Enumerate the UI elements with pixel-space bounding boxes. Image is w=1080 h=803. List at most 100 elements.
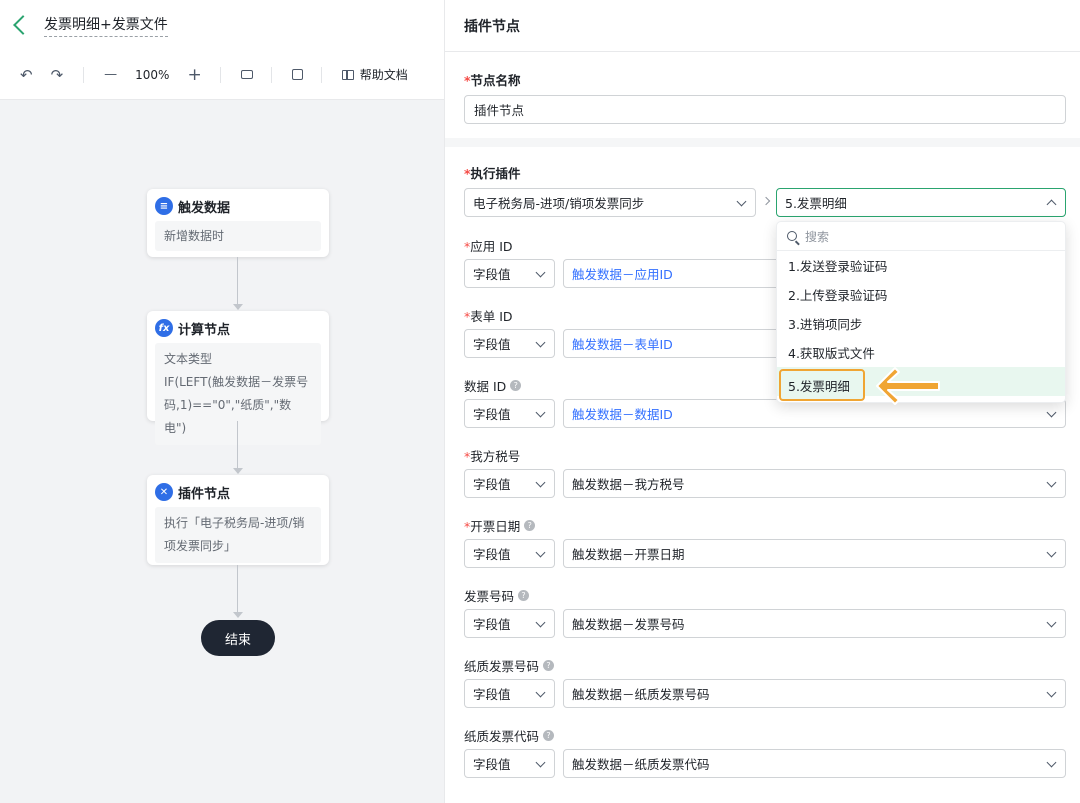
field-value-select[interactable]: 触发数据－纸质发票号码 bbox=[563, 679, 1066, 708]
dropdown-search[interactable]: 搜索 bbox=[777, 222, 1065, 251]
redo-icon[interactable]: ↷ bbox=[51, 66, 64, 84]
field-value: 触发数据－纸质发票代码 bbox=[572, 757, 710, 772]
value-type-select[interactable]: 字段值 bbox=[464, 539, 555, 568]
zoom-in-button[interactable]: + bbox=[187, 65, 201, 85]
node-name-label: *节点名称 bbox=[464, 70, 521, 89]
node-name-input[interactable]: 插件节点 bbox=[464, 95, 1066, 124]
help-icon[interactable]: ? bbox=[524, 520, 536, 531]
field-value-select[interactable]: 触发数据－我方税号 bbox=[563, 469, 1066, 498]
plugin-icon: ✕ bbox=[155, 483, 173, 501]
book-icon bbox=[341, 69, 354, 80]
divider bbox=[320, 66, 322, 83]
help-docs-button[interactable]: 帮助文档 bbox=[341, 66, 408, 83]
value-type-select[interactable]: 字段值 bbox=[464, 749, 555, 778]
chevron-down-icon bbox=[535, 687, 546, 698]
field-label-text: 我方税号 bbox=[470, 449, 521, 464]
help-docs-label: 帮助文档 bbox=[359, 68, 408, 82]
field-label: *表单 ID bbox=[464, 306, 513, 325]
back-icon[interactable] bbox=[13, 15, 33, 35]
zoom-out-button[interactable]: — bbox=[104, 67, 117, 82]
app-title[interactable]: 发票明细+发票文件 bbox=[44, 14, 168, 37]
field-value-select[interactable]: 触发数据－开票日期 bbox=[563, 539, 1066, 568]
help-icon[interactable]: ? bbox=[518, 590, 530, 601]
action-select[interactable]: 5.发票明细 bbox=[776, 188, 1066, 217]
highlighted-option[interactable]: 5.发票明细 bbox=[779, 369, 865, 401]
node-name-label-text: 节点名称 bbox=[470, 73, 521, 88]
document-icon: ≡ bbox=[155, 197, 173, 215]
comment-icon[interactable] bbox=[291, 69, 303, 80]
value-type-select[interactable]: 字段值 bbox=[464, 679, 555, 708]
connector-arrow bbox=[233, 468, 243, 474]
field-value-select[interactable]: 触发数据－纸质发票代码 bbox=[563, 749, 1066, 778]
chevron-down-icon bbox=[535, 267, 546, 278]
help-icon[interactable]: ? bbox=[510, 380, 522, 391]
value-type-select[interactable]: 字段值 bbox=[464, 329, 555, 358]
node-description: 执行「电子税务局-进项/销 项发票同步」 bbox=[155, 507, 321, 563]
plugin-select[interactable]: 电子税务局-进项/销项发票同步 bbox=[464, 188, 756, 217]
connector-arrow bbox=[233, 304, 243, 310]
field-value: 触发数据－发票号码 bbox=[572, 617, 685, 632]
help-icon[interactable]: ? bbox=[543, 730, 555, 741]
chevron-right-icon bbox=[761, 196, 771, 206]
chevron-down-icon bbox=[1046, 407, 1057, 418]
field-value: 触发数据－应用ID bbox=[572, 267, 673, 282]
chevron-down-icon bbox=[535, 477, 546, 488]
end-node[interactable]: 结束 bbox=[201, 620, 275, 656]
field-label: 纸质发票代码? bbox=[464, 726, 555, 745]
action-select-value: 5.发票明细 bbox=[785, 196, 847, 211]
value-type-value: 字段值 bbox=[473, 687, 511, 702]
search-placeholder: 搜索 bbox=[805, 229, 830, 244]
keyboard-icon[interactable] bbox=[240, 70, 253, 79]
chevron-down-icon bbox=[1046, 477, 1057, 488]
chevron-down-icon bbox=[1046, 687, 1057, 698]
chevron-down-icon bbox=[535, 757, 546, 768]
node-title: 触发数据 bbox=[178, 200, 231, 216]
plugin-node[interactable]: ✕ 插件节点 执行「电子税务局-进项/销 项发票同步」 bbox=[147, 475, 329, 565]
dropdown-option[interactable]: 1.发送登录验证码 bbox=[777, 251, 1065, 280]
connector bbox=[237, 257, 238, 305]
chevron-down-icon bbox=[1046, 757, 1057, 768]
node-title: 插件节点 bbox=[178, 486, 231, 502]
field-label: *开票日期? bbox=[464, 516, 536, 535]
field-label: 数据 ID? bbox=[464, 376, 522, 395]
undo-icon[interactable]: ↶ bbox=[20, 66, 33, 84]
node-description-line: 文本类型 bbox=[164, 352, 213, 366]
field-label-text: 纸质发票号码 bbox=[464, 659, 540, 674]
field-label: *我方税号 bbox=[464, 446, 520, 465]
field-label: 发票号码? bbox=[464, 586, 530, 605]
dropdown-option[interactable]: 2.上传登录验证码 bbox=[777, 280, 1065, 309]
flow-canvas[interactable]: 发票明细+发票文件 ↶ ↷ — 100% + 帮助文档 ≡ 触发数据 新增数据时… bbox=[0, 0, 444, 803]
dropdown-option[interactable]: 3.进销项同步 bbox=[777, 309, 1065, 338]
value-type-select[interactable]: 字段值 bbox=[464, 399, 555, 428]
chevron-up-icon bbox=[1046, 199, 1057, 210]
field-label: *应用 ID bbox=[464, 236, 513, 255]
search-icon bbox=[787, 231, 797, 241]
field-value: 触发数据－纸质发票号码 bbox=[572, 687, 710, 702]
value-type-select[interactable]: 字段值 bbox=[464, 259, 555, 288]
chevron-down-icon bbox=[1046, 547, 1057, 558]
help-icon[interactable]: ? bbox=[543, 660, 555, 671]
value-type-value: 字段值 bbox=[473, 617, 511, 632]
field-value-select[interactable]: 触发数据－发票号码 bbox=[563, 609, 1066, 638]
value-type-select[interactable]: 字段值 bbox=[464, 609, 555, 638]
value-type-select[interactable]: 字段值 bbox=[464, 469, 555, 498]
chevron-down-icon bbox=[535, 407, 546, 418]
field-label-text: 表单 ID bbox=[470, 309, 513, 324]
field-label-text: 纸质发票代码 bbox=[464, 729, 540, 744]
arrow-pointer-icon bbox=[876, 367, 940, 405]
field-value: 触发数据－数据ID bbox=[572, 407, 673, 422]
field-label-text: 数据 ID bbox=[464, 379, 507, 394]
node-description: 文本类型 IF(LEFT(触发数据－发票号 码,1)=="0","纸质","数电… bbox=[155, 343, 321, 445]
field-value: 触发数据－开票日期 bbox=[572, 547, 685, 562]
field-value-select[interactable]: 触发数据－数据ID bbox=[563, 399, 1066, 428]
value-type-value: 字段值 bbox=[473, 337, 511, 352]
chevron-down-icon bbox=[736, 196, 747, 207]
node-title: 计算节点 bbox=[178, 322, 231, 338]
node-description-line: 码,1)=="0","纸质","数电") bbox=[164, 398, 292, 435]
plugin-label-text: 执行插件 bbox=[470, 166, 521, 181]
plugin-label: *执行插件 bbox=[464, 163, 521, 182]
config-panel: 插件节点 *节点名称 插件节点 *执行插件 电子税务局-进项/销项发票同步 5.… bbox=[444, 0, 1080, 803]
trigger-data-node[interactable]: ≡ 触发数据 新增数据时 bbox=[147, 189, 329, 257]
canvas-toolbar: ↶ ↷ — 100% + 帮助文档 bbox=[0, 50, 444, 100]
compute-node[interactable]: fx 计算节点 文本类型 IF(LEFT(触发数据－发票号 码,1)=="0",… bbox=[147, 311, 329, 445]
